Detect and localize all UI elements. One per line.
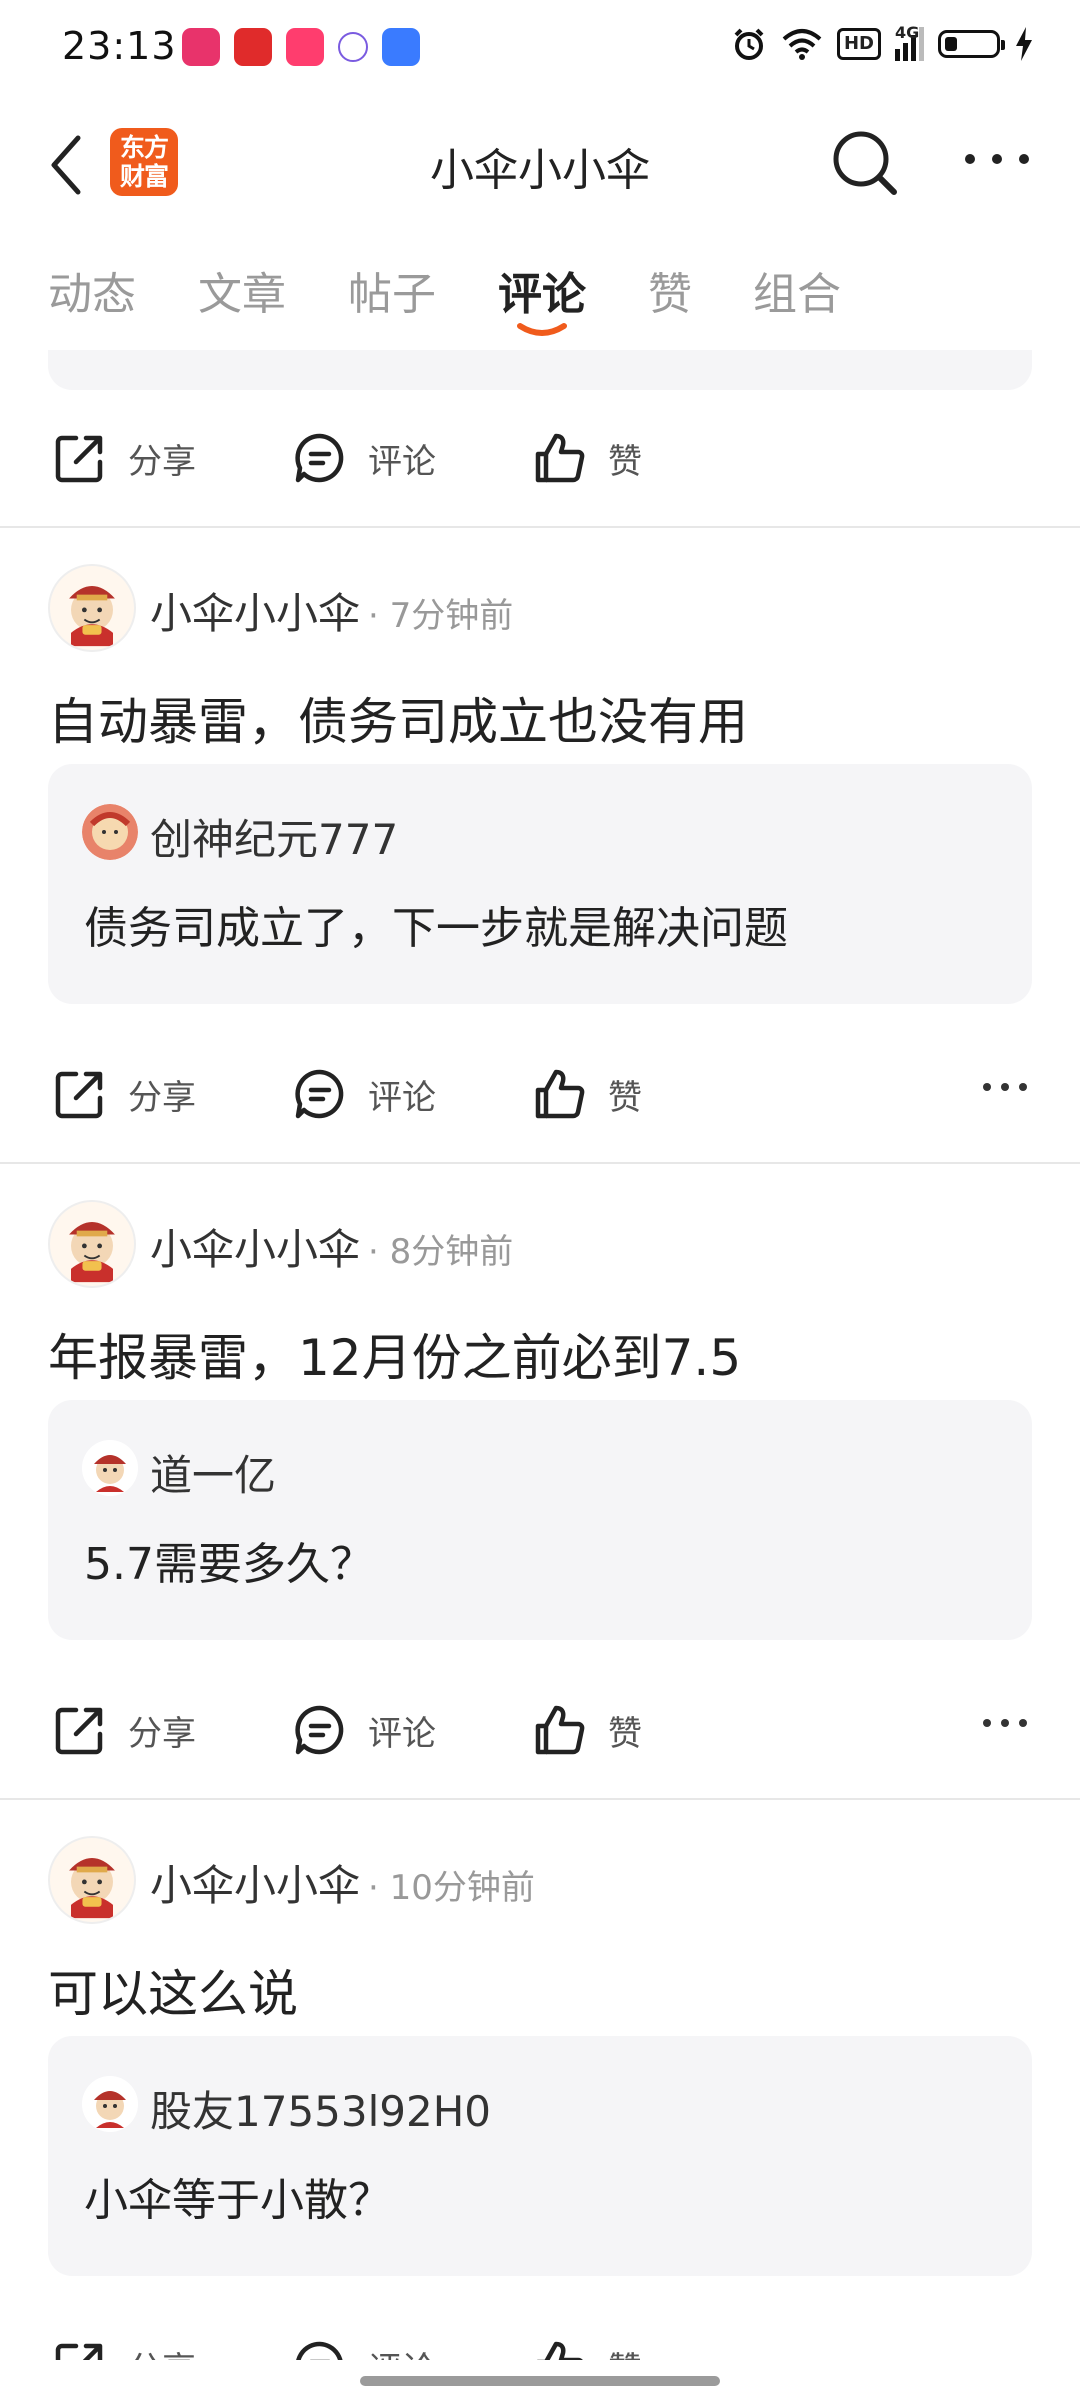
share-button[interactable]: 分享 xyxy=(52,418,196,498)
quoted-comment[interactable]: 股友17553l92H0 小伞等于小散？ xyxy=(48,2036,1032,2276)
app-notification-icon xyxy=(382,28,420,66)
share-button[interactable]: 分享 xyxy=(52,1054,196,1134)
like-button[interactable]: 赞 xyxy=(532,418,642,498)
thumbs-up-icon xyxy=(535,433,585,483)
like-button[interactable]: 赞 xyxy=(532,1690,642,1770)
thumbs-up-icon xyxy=(535,1069,585,1119)
divider xyxy=(0,1162,1080,1164)
app-notification-icon xyxy=(286,28,324,66)
tab-zuhe[interactable]: 组合 xyxy=(753,258,841,322)
author-name[interactable]: 小伞小小伞 xyxy=(150,580,360,641)
like-button[interactable]: 赞 xyxy=(532,1054,642,1134)
quote-avatar-icon xyxy=(82,804,138,860)
avatar[interactable] xyxy=(48,1836,136,1924)
app-notification-icon xyxy=(234,28,272,66)
avatar-icon xyxy=(69,586,115,647)
status-time: 23:13 xyxy=(62,24,177,68)
tab-pinglun[interactable]: 评论 xyxy=(498,258,586,322)
post-time: · 8分钟前 xyxy=(368,1232,514,1272)
app-notification-icon xyxy=(338,32,368,62)
comment-button[interactable]: 评论 xyxy=(292,418,436,498)
battery-icon xyxy=(938,30,1005,58)
quote-author[interactable]: 股友17553l92H0 xyxy=(150,2078,491,2139)
hd-icon: HD xyxy=(836,28,881,60)
author-name[interactable]: 小伞小小伞 xyxy=(150,1216,360,1277)
quote-text: 小伞等于小散？ xyxy=(84,2175,392,2226)
quote-avatar xyxy=(82,804,138,860)
action-bar: 分享 评论 赞 xyxy=(0,418,1080,498)
charging-icon xyxy=(1016,27,1032,61)
top-nav: 东方 财富 小伞小小伞 xyxy=(0,110,1080,220)
avatar-icon xyxy=(69,1858,115,1919)
quote-avatar-icon xyxy=(82,2076,138,2132)
home-indicator[interactable] xyxy=(360,2376,720,2386)
share-icon xyxy=(55,1071,103,1119)
share-button[interactable]: 分享 xyxy=(52,1690,196,1770)
post-text: 自动暴雷，债务司成立也没有用 xyxy=(48,693,748,751)
quote-author[interactable]: 道一亿 xyxy=(150,1442,276,1503)
active-tab-indicator xyxy=(517,323,567,336)
quoted-comment[interactable]: 道一亿 5.7需要多久？ xyxy=(48,1400,1032,1640)
author-name[interactable]: 小伞小小伞 xyxy=(150,1852,360,1913)
tab-dongtai[interactable]: 动态 xyxy=(48,258,136,322)
avatar[interactable] xyxy=(48,1200,136,1288)
signal-icon: 4G xyxy=(895,25,924,61)
action-bar: 分享 评论 赞 xyxy=(0,1054,1080,1134)
quoted-comment[interactable]: 创神纪元777 债务司成立了，下一步就是解决问题 xyxy=(48,764,1032,1004)
app-notification-icon xyxy=(182,28,220,66)
notification-icons xyxy=(182,28,420,66)
post-text: 年报暴雷，12月份之前必到7.5 xyxy=(48,1329,742,1387)
post-time: · 7分钟前 xyxy=(368,596,514,636)
quote-text: 5.7需要多久？ xyxy=(84,1539,374,1590)
more-options-icon[interactable] xyxy=(962,144,1032,174)
quote-author[interactable]: 创神纪元777 xyxy=(150,806,398,867)
status-bar: 23:13 HD 4G xyxy=(0,0,1080,96)
search-icon[interactable] xyxy=(830,128,900,198)
comment-button[interactable]: 评论 xyxy=(292,1054,436,1134)
share-icon xyxy=(55,1707,103,1755)
system-icons: HD 4G xyxy=(731,25,1034,62)
tab-wenzhang[interactable]: 文章 xyxy=(198,258,286,322)
post-text: 可以这么说 xyxy=(48,1965,298,2023)
profile-tabs: 动态 文章 帖子 评论 赞 组合 xyxy=(0,250,1080,350)
divider xyxy=(0,1798,1080,1800)
thumbs-up-icon xyxy=(535,1705,585,1755)
quote-avatar xyxy=(82,2076,138,2132)
page-title: 小伞小小伞 xyxy=(430,145,650,196)
comment-icon xyxy=(295,1705,344,1755)
wifi-icon xyxy=(782,29,822,60)
post-time: · 10分钟前 xyxy=(368,1868,535,1908)
more-icon[interactable] xyxy=(982,1716,1028,1730)
quote-text: 债务司成立了，下一步就是解决问题 xyxy=(84,903,788,954)
quote-avatar-icon xyxy=(82,1440,138,1496)
tab-tiezi[interactable]: 帖子 xyxy=(348,258,436,322)
quote-avatar xyxy=(82,1440,138,1496)
comment-icon xyxy=(295,1069,344,1119)
avatar-icon xyxy=(69,1222,115,1283)
more-icon[interactable] xyxy=(982,1080,1028,1094)
alarm-icon xyxy=(734,28,764,60)
comment-button[interactable]: 评论 xyxy=(292,1690,436,1770)
divider xyxy=(0,526,1080,528)
action-bar: 分享 评论 赞 xyxy=(0,1690,1080,1770)
comment-icon xyxy=(295,433,344,483)
tab-zan[interactable]: 赞 xyxy=(648,258,692,322)
avatar[interactable] xyxy=(48,564,136,652)
previous-quote-card xyxy=(48,350,1032,390)
share-icon xyxy=(55,435,103,483)
